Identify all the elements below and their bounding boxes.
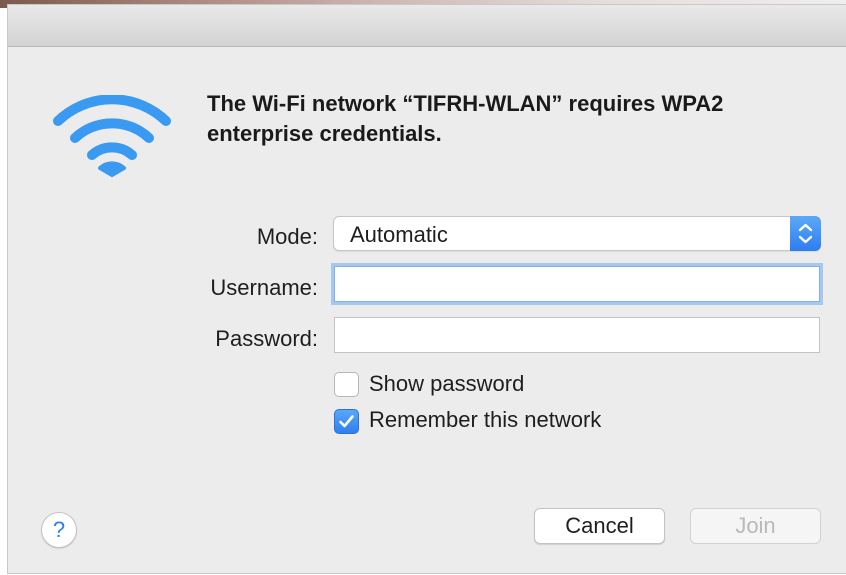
help-button[interactable]: ? [41, 512, 77, 548]
wifi-icon [53, 95, 171, 177]
password-field[interactable] [334, 317, 820, 353]
remember-network-checkbox[interactable] [334, 409, 359, 434]
show-password-checkbox[interactable] [334, 372, 359, 397]
password-label: Password: [215, 326, 318, 351]
username-label: Username: [210, 275, 318, 300]
mode-label: Mode: [256, 224, 318, 249]
select-arrows-icon[interactable] [790, 216, 821, 251]
show-password-label[interactable]: Show password [369, 371, 524, 397]
mode-selected-value: Automatic [350, 222, 448, 247]
checkmark-icon [339, 415, 354, 428]
dialog-heading: The Wi-Fi network “TIFRH-WLAN” requires … [207, 91, 724, 146]
join-button[interactable]: Join [690, 508, 821, 544]
mode-select[interactable]: Automatic [333, 216, 821, 251]
cancel-button[interactable]: Cancel [534, 508, 665, 544]
username-field[interactable] [334, 266, 820, 302]
dialog-titlebar [8, 5, 846, 47]
wifi-credentials-dialog: The Wi-Fi network “TIFRH-WLAN” requires … [8, 5, 846, 573]
remember-network-label[interactable]: Remember this network [369, 407, 601, 433]
